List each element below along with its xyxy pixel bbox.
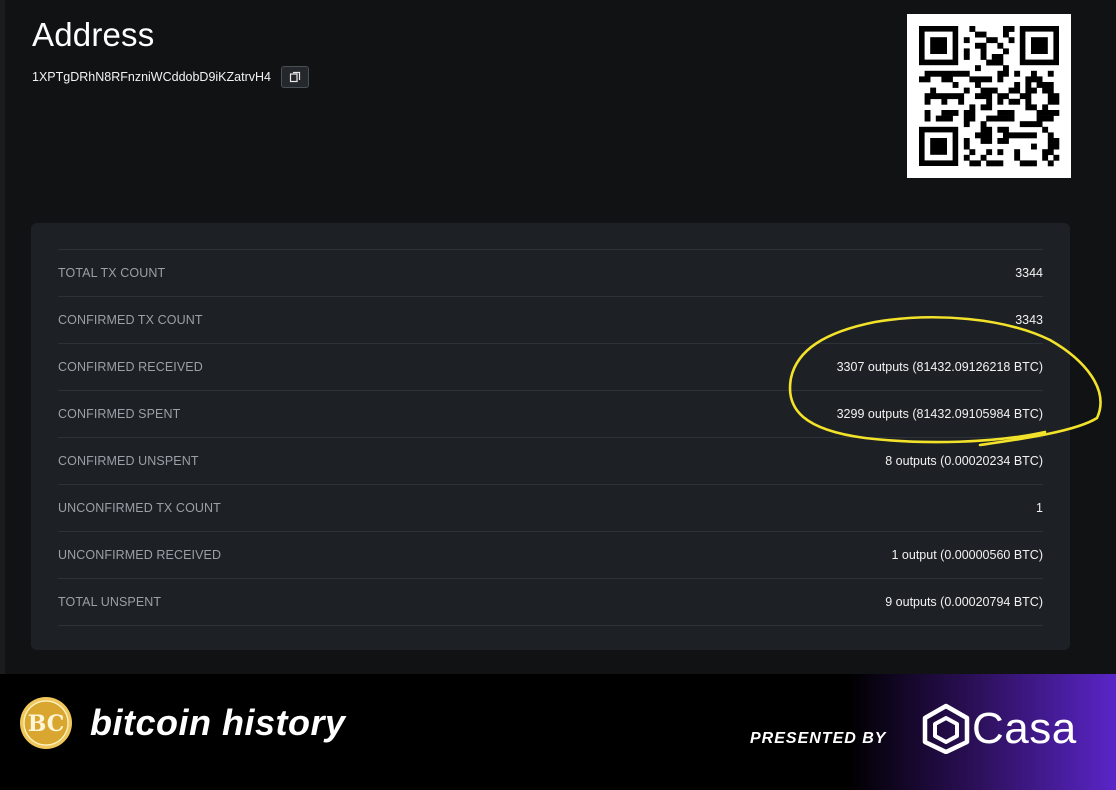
row-value: 3343	[1015, 313, 1043, 327]
row-label: CONFIRMED TX COUNT	[58, 313, 203, 327]
footer-banner: BC bitcoin history PRESENTED BY Casa	[0, 674, 1116, 790]
address-hash[interactable]: 1XPTgDRhN8RFnzniWCddobD9iKZatrvH4	[32, 70, 271, 84]
table-row: CONFIRMED UNSPENT 8 outputs (0.00020234 …	[58, 438, 1043, 485]
sponsor-name: Casa	[972, 704, 1077, 753]
row-value: 3307 outputs (81432.09126218 BTC)	[836, 360, 1043, 374]
row-value: 3299 outputs (81432.09105984 BTC)	[836, 407, 1043, 421]
row-label: CONFIRMED SPENT	[58, 407, 181, 421]
bitcoin-history-logo-icon: BC	[20, 697, 72, 749]
casa-logo-icon	[922, 703, 970, 754]
row-label: CONFIRMED UNSPENT	[58, 454, 199, 468]
page-title: Address	[32, 16, 155, 53]
row-value: 3344	[1015, 266, 1043, 280]
table-row: CONFIRMED TX COUNT 3343	[58, 297, 1043, 344]
row-label: UNCONFIRMED TX COUNT	[58, 501, 221, 515]
table-row: CONFIRMED RECEIVED 3307 outputs (81432.0…	[58, 344, 1043, 391]
stats-card: TOTAL TX COUNT 3344 CONFIRMED TX COUNT 3…	[31, 223, 1070, 650]
presented-by-label: PRESENTED BY	[750, 730, 887, 747]
table-row: UNCONFIRMED RECEIVED 1 output (0.0000056…	[58, 532, 1043, 579]
brand-name: bitcoin history	[90, 702, 346, 743]
row-label: TOTAL UNSPENT	[58, 595, 162, 609]
copy-button[interactable]	[280, 66, 309, 88]
stats-table: TOTAL TX COUNT 3344 CONFIRMED TX COUNT 3…	[58, 249, 1043, 626]
table-row: TOTAL TX COUNT 3344	[58, 250, 1043, 297]
row-label: UNCONFIRMED RECEIVED	[58, 548, 222, 562]
table-row: TOTAL UNSPENT 9 outputs (0.00020794 BTC)	[58, 579, 1043, 626]
row-value: 8 outputs (0.00020234 BTC)	[885, 454, 1043, 468]
copy-icon	[289, 71, 301, 83]
row-value: 9 outputs (0.00020794 BTC)	[885, 595, 1043, 609]
row-value: 1	[1036, 501, 1043, 515]
qr-code	[907, 14, 1071, 178]
table-row: CONFIRMED SPENT 3299 outputs (81432.0910…	[58, 391, 1043, 438]
table-row: UNCONFIRMED TX COUNT 1	[58, 485, 1043, 532]
row-value: 1 output (0.00000560 BTC)	[891, 548, 1044, 562]
address-row: 1XPTgDRhN8RFnzniWCddobD9iKZatrvH4	[32, 66, 309, 88]
address-page: Address 1XPTgDRhN8RFnzniWCddobD9iKZatrvH…	[0, 0, 1116, 674]
row-label: CONFIRMED RECEIVED	[58, 360, 203, 374]
svg-text:BC: BC	[28, 711, 65, 737]
row-label: TOTAL TX COUNT	[58, 266, 166, 280]
